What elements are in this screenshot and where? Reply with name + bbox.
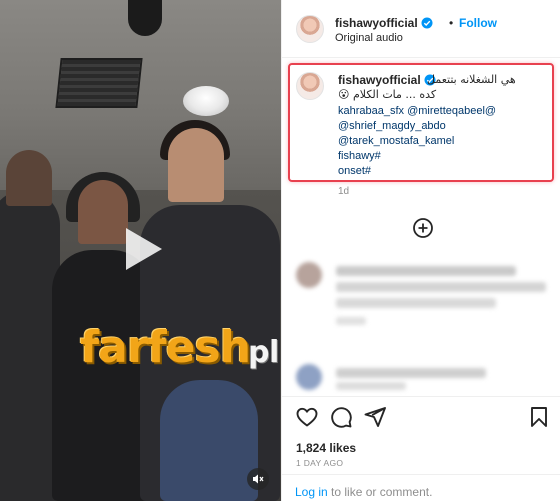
play-icon[interactable] — [114, 222, 168, 276]
blurred-avatar — [296, 364, 322, 390]
separator-dot: • — [449, 16, 454, 30]
mute-icon[interactable] — [247, 468, 269, 490]
video-ceiling-camera — [128, 0, 162, 36]
post-panel: fishawyofficial • Follow Original audio … — [281, 0, 560, 501]
caption-username[interactable]: fishawyofficial — [338, 73, 436, 89]
post-header: fishawyofficial • Follow Original audio — [282, 0, 560, 58]
share-icon[interactable] — [363, 405, 387, 429]
add-comments-icon[interactable] — [412, 217, 434, 239]
blurred-avatar — [296, 262, 322, 288]
video-person-right-head — [168, 128, 224, 202]
caption-mentions-3[interactable]: @tarek_mostafa_kamel — [338, 134, 454, 149]
original-audio-link[interactable]: Original audio — [335, 32, 403, 44]
post-actions — [282, 396, 560, 436]
likes-count[interactable]: 1,824 likes — [296, 441, 356, 455]
blurred-text — [336, 282, 546, 292]
video-ceiling-vent — [55, 58, 143, 108]
login-rest: to like or comment. — [327, 485, 433, 499]
caption-hashtag-1[interactable]: fishawy# — [338, 149, 381, 164]
bookmark-icon[interactable] — [527, 405, 551, 429]
video-person-right-jeans — [160, 380, 258, 501]
comment-icon[interactable] — [329, 405, 353, 429]
caption-time-ago: 1d — [338, 186, 350, 197]
caption-username-text[interactable]: fishawyofficial — [338, 73, 421, 87]
avatar[interactable] — [296, 15, 324, 43]
post-date: 1 DAY AGO — [296, 458, 344, 468]
video-person-left-head — [6, 150, 52, 206]
blurred-text — [336, 317, 366, 325]
video-person-left — [0, 190, 60, 501]
header-username-text[interactable]: fishawyofficial — [335, 16, 418, 30]
caption-mentions-2[interactable]: @shrief_magdy_abdo — [338, 119, 446, 134]
login-prompt: Log in to like or comment. — [282, 474, 560, 501]
video-ceiling-lamp — [183, 86, 229, 116]
caption-avatar[interactable] — [296, 72, 324, 100]
video-person-middle — [52, 250, 152, 501]
blurred-text — [336, 368, 486, 378]
caption-hashtag-2[interactable]: onset# — [338, 164, 371, 179]
heart-icon[interactable] — [295, 405, 319, 429]
post-video[interactable]: farfeshplus.com — [0, 0, 281, 501]
caption-line-2: كده ... مات الكلام 😮 — [338, 88, 437, 101]
blurred-text — [336, 382, 406, 390]
login-link[interactable]: Log in — [295, 485, 328, 499]
verified-badge-icon — [421, 17, 433, 32]
login-text: Log in to like or comment. — [295, 485, 432, 499]
blurred-text — [336, 298, 496, 308]
caption-mentions-1[interactable]: kahrabaa_sfx @miretteqabeel@ — [338, 104, 496, 119]
caption-line-1: هي الشغلانه بتتعمل — [427, 73, 516, 86]
follow-button[interactable]: Follow — [459, 16, 497, 30]
blurred-text — [336, 266, 516, 276]
header-username[interactable]: fishawyofficial — [335, 16, 433, 32]
